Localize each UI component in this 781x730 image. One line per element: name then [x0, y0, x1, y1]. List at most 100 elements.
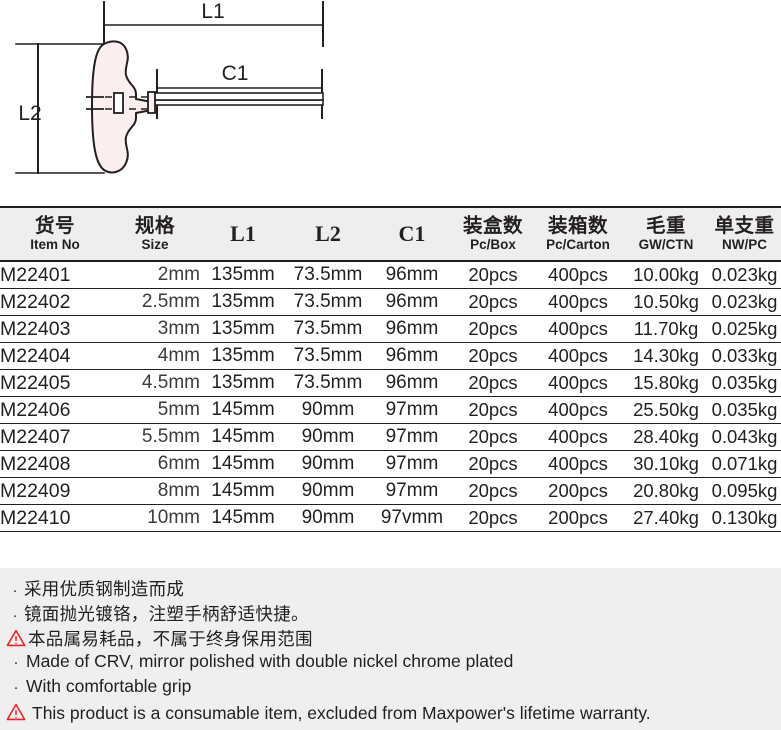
bullet-icon: · — [13, 679, 19, 696]
table-row: M22410 10mm 145mm 90mm 97vmm 20pcs 200pc… — [0, 504, 781, 532]
col-header-pc-box: 装盒数 Pc/Box — [454, 206, 532, 262]
col-header-item-no-en: Item No — [30, 237, 80, 252]
internal-pin — [113, 92, 124, 114]
cell-size: 10mm — [110, 504, 200, 532]
note-item-warning: 本品属易耗品，不属于终身保用范围 — [6, 626, 781, 651]
cell-gross-weight: 11.70kg — [624, 315, 708, 343]
cell-pc-carton: 200pcs — [532, 504, 624, 532]
cell-pc-box: 20pcs — [454, 450, 532, 478]
cell-size: 2.5mm — [110, 288, 200, 316]
note-item: · Made of CRV, mirror polished with doub… — [6, 651, 781, 676]
cell-pc-box: 20pcs — [454, 288, 532, 316]
cell-pc-box: 20pcs — [454, 342, 532, 370]
product-notes-panel: · 采用优质钢制造而成 · 镜面抛光镀铬，注塑手柄舒适快捷。 本品属易耗品，不属… — [0, 568, 781, 730]
cell-l2: 90mm — [286, 504, 370, 532]
col-header-l1: L1 — [200, 206, 286, 262]
cell-l1: 135mm — [200, 369, 286, 397]
cell-net-weight: 0.130kg — [708, 504, 781, 532]
cell-gross-weight: 20.80kg — [624, 477, 708, 505]
bullet-icon: · — [12, 607, 18, 624]
col-header-gross-weight-en: GW/CTN — [638, 237, 694, 252]
cell-item-no: M22410 — [0, 504, 110, 532]
cell-size: 5.5mm — [110, 423, 200, 451]
cell-item-no: M22408 — [0, 450, 110, 478]
cell-pc-box: 20pcs — [454, 261, 532, 289]
table-row: M22407 5.5mm 145mm 90mm 97mm 20pcs 400pc… — [0, 423, 781, 451]
cell-gross-weight: 14.30kg — [624, 342, 708, 370]
cell-item-no: M22403 — [0, 315, 110, 343]
table-row: M22401 2mm 135mm 73.5mm 96mm 20pcs 400pc… — [0, 261, 781, 289]
cell-gross-weight: 15.80kg — [624, 369, 708, 397]
cell-l1: 135mm — [200, 288, 286, 316]
cell-pc-box: 20pcs — [454, 315, 532, 343]
col-header-pc-carton-en: Pc/Carton — [546, 237, 610, 252]
cell-size: 4.5mm — [110, 369, 200, 397]
table-row: M22405 4.5mm 135mm 73.5mm 96mm 20pcs 400… — [0, 369, 781, 397]
cell-gross-weight: 30.10kg — [624, 450, 708, 478]
cell-item-no: M22404 — [0, 342, 110, 370]
bullet-icon: · — [13, 654, 19, 671]
cell-net-weight: 0.043kg — [708, 423, 781, 451]
col-header-size-cn: 规格 — [134, 214, 175, 237]
cell-net-weight: 0.095kg — [708, 477, 781, 505]
cell-c1: 97mm — [370, 423, 454, 451]
cell-l2: 90mm — [286, 396, 370, 424]
cell-l2: 90mm — [286, 423, 370, 451]
bullet-icon: · — [12, 582, 18, 599]
col-header-size-en: Size — [141, 237, 169, 252]
note-item: · With comfortable grip — [6, 676, 781, 701]
cell-l2: 73.5mm — [286, 315, 370, 343]
specification-table: 货号 Item No 规格 Size L1 L2 C1 装盒数 Pc/Box 装… — [0, 206, 781, 532]
table-body: M22401 2mm 135mm 73.5mm 96mm 20pcs 400pc… — [0, 261, 781, 532]
cell-c1: 96mm — [370, 261, 454, 289]
cell-c1: 96mm — [370, 369, 454, 397]
cell-l2: 73.5mm — [286, 288, 370, 316]
cell-size: 4mm — [110, 342, 200, 370]
cell-gross-weight: 10.00kg — [624, 261, 708, 289]
col-header-pc-carton-cn: 装箱数 — [547, 214, 608, 237]
cell-size: 3mm — [110, 315, 200, 343]
note-text: This product is a consumable item, exclu… — [32, 703, 651, 723]
table-header-row: 货号 Item No 规格 Size L1 L2 C1 装盒数 Pc/Box 装… — [0, 206, 781, 262]
table-row: M22403 3mm 135mm 73.5mm 96mm 20pcs 400pc… — [0, 315, 781, 343]
cell-item-no: M22407 — [0, 423, 110, 451]
cell-gross-weight: 27.40kg — [624, 504, 708, 532]
cell-item-no: M22401 — [0, 261, 110, 289]
cell-net-weight: 0.071kg — [708, 450, 781, 478]
cell-gross-weight: 10.50kg — [624, 288, 708, 316]
col-header-l2-symbol: L2 — [315, 221, 341, 246]
col-header-c1-symbol: C1 — [398, 221, 426, 246]
cell-l2: 73.5mm — [286, 261, 370, 289]
cell-gross-weight: 28.40kg — [624, 423, 708, 451]
cell-item-no: M22402 — [0, 288, 110, 316]
warning-triangle-icon — [6, 703, 28, 721]
note-text: With comfortable grip — [26, 676, 192, 696]
col-header-l1-symbol: L1 — [230, 221, 256, 246]
cell-l1: 145mm — [200, 423, 286, 451]
col-header-pc-box-en: Pc/Box — [470, 237, 516, 252]
note-text: 镜面抛光镀铬，注塑手柄舒适快捷。 — [24, 605, 309, 625]
cell-pc-carton: 400pcs — [532, 423, 624, 451]
cell-net-weight: 0.035kg — [708, 369, 781, 397]
cell-l1: 145mm — [200, 477, 286, 505]
cell-pc-box: 20pcs — [454, 369, 532, 397]
table-row: M22402 2.5mm 135mm 73.5mm 96mm 20pcs 400… — [0, 288, 781, 316]
col-header-item-no: 货号 Item No — [0, 206, 110, 262]
cell-gross-weight: 25.50kg — [624, 396, 708, 424]
cell-c1: 97mm — [370, 450, 454, 478]
product-technical-drawing: L1 L2 C1 — [0, 0, 781, 200]
col-header-c1: C1 — [370, 206, 454, 262]
drawing-svg: L1 L2 C1 — [15, 0, 324, 174]
cell-pc-carton: 400pcs — [532, 288, 624, 316]
col-header-pc-carton: 装箱数 Pc/Carton — [532, 206, 624, 262]
shaft — [147, 91, 324, 114]
cell-l2: 73.5mm — [286, 369, 370, 397]
cell-net-weight: 0.023kg — [708, 288, 781, 316]
cell-pc-box: 20pcs — [454, 423, 532, 451]
cell-c1: 97mm — [370, 396, 454, 424]
cell-c1: 96mm — [370, 288, 454, 316]
cell-l2: 90mm — [286, 477, 370, 505]
cell-c1: 97mm — [370, 477, 454, 505]
cell-pc-carton: 400pcs — [532, 369, 624, 397]
cell-size: 8mm — [110, 477, 200, 505]
